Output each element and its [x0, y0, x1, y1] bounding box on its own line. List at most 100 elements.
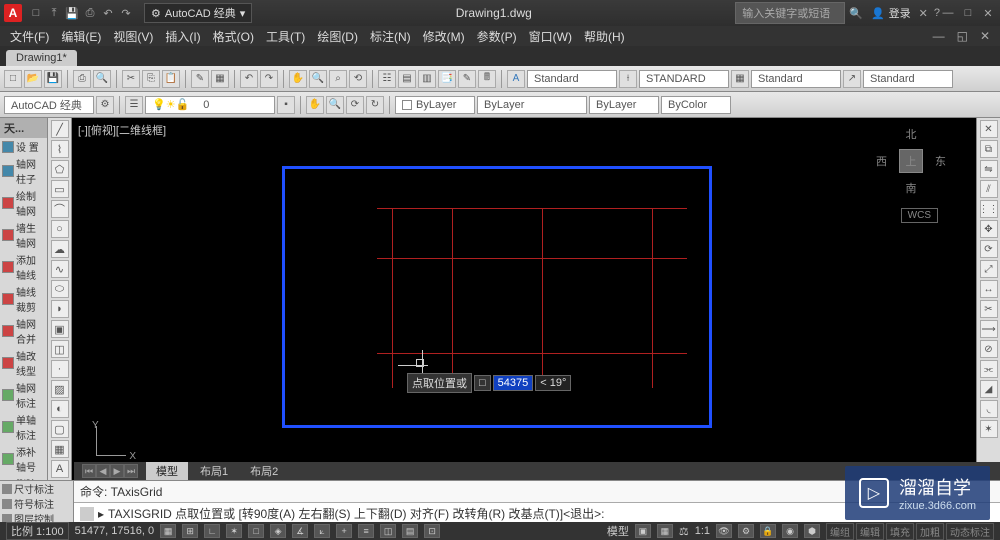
iso-toggle[interactable]: ⬢	[804, 524, 820, 538]
palette-item[interactable]: 轴线裁剪	[0, 283, 47, 315]
hw-toggle[interactable]: ◉	[782, 524, 798, 538]
palette-item[interactable]: 设 置	[0, 138, 47, 155]
menu-modify[interactable]: 修改(M)	[419, 28, 469, 45]
ws-gear-icon[interactable]: ⚙	[96, 96, 114, 114]
palette-item[interactable]: 轴网标注	[0, 379, 47, 411]
viewcube-south[interactable]: 南	[906, 180, 917, 196]
viewcube-west[interactable]: 西	[876, 153, 887, 169]
otrack-toggle[interactable]: ∡	[292, 524, 308, 538]
palette-item[interactable]: 轴网柱子	[0, 155, 47, 187]
array-tool[interactable]: ⋮⋮	[980, 200, 998, 218]
drawing-canvas[interactable]: [-][俯视][二维线框] 北 南 西 东 上 WCS 点取位置或 □ 5437…	[72, 118, 976, 480]
circle-tool[interactable]: ○	[51, 220, 69, 238]
menu-insert[interactable]: 插入(I)	[161, 28, 204, 45]
open-button[interactable]: 📂	[24, 70, 42, 88]
ellipse-tool[interactable]: ⬭	[51, 280, 69, 298]
copy-tool[interactable]: ⧉	[980, 140, 998, 158]
status-label[interactable]: 动态标注	[946, 523, 994, 540]
palette-item[interactable]: 轴网合并	[0, 315, 47, 347]
new-icon[interactable]: □	[28, 5, 44, 21]
exchange-icon[interactable]: ✕	[919, 7, 928, 20]
tablestyle-select[interactable]: Standard	[751, 70, 841, 88]
plotstyle-select[interactable]: ByColor	[661, 96, 731, 114]
menu-param[interactable]: 参数(P)	[473, 28, 521, 45]
polygon-tool[interactable]: ⬠	[51, 160, 69, 178]
menu-view[interactable]: 视图(V)	[109, 28, 157, 45]
linetype-select[interactable]: ByLayer	[477, 96, 587, 114]
tab-last-icon[interactable]: ⏭	[124, 464, 138, 478]
dimstyle-select[interactable]: STANDARD	[639, 70, 729, 88]
copy-button[interactable]: ⎘	[142, 70, 160, 88]
zoomwin-button[interactable]: ⌕	[329, 70, 347, 88]
ellipsearc-tool[interactable]: ◗	[51, 300, 69, 318]
viewcube[interactable]: 北 南 西 东 上	[876, 126, 946, 196]
annoscale-value[interactable]: 1:1	[695, 525, 710, 537]
paste-button[interactable]: 📋	[162, 70, 180, 88]
erase-tool[interactable]: ✕	[980, 120, 998, 138]
workspace-selector[interactable]: ⚙ AutoCAD 经典 ▾	[144, 3, 252, 23]
grid-toggle[interactable]: ⊞	[182, 524, 198, 538]
redo-icon[interactable]: ↷	[118, 5, 134, 21]
ws-switch[interactable]: ⚙	[738, 524, 754, 538]
new-button[interactable]: □	[4, 70, 22, 88]
model-label[interactable]: 模型	[607, 523, 629, 539]
palette-item[interactable]: 添加轴线	[0, 251, 47, 283]
open-icon[interactable]: ⤒	[46, 5, 62, 21]
plot-button[interactable]: ⎙	[73, 70, 91, 88]
status-label[interactable]: 填充	[886, 523, 914, 540]
trim-tool[interactable]: ✂	[980, 300, 998, 318]
insert-tool[interactable]: ▣	[51, 320, 69, 338]
mleaderstyle-select[interactable]: Standard	[863, 70, 953, 88]
menu-draw[interactable]: 绘图(D)	[313, 28, 362, 45]
wcs-badge[interactable]: WCS	[901, 208, 938, 223]
pan-button[interactable]: ✋	[289, 70, 307, 88]
annoscale-icon[interactable]: ⚖	[679, 525, 689, 538]
plot-icon[interactable]: ⎙	[82, 5, 98, 21]
lock-toggle[interactable]: 🔒	[760, 524, 776, 538]
dimstyle-icon[interactable]: ⟊	[619, 70, 637, 88]
undo-icon[interactable]: ↶	[100, 5, 116, 21]
osnap-toggle[interactable]: □	[248, 524, 264, 538]
status-label[interactable]: 加粗	[916, 523, 944, 540]
layout-tab-1[interactable]: 布局1	[190, 462, 238, 480]
quickview2-button[interactable]: ▦	[657, 524, 673, 538]
status-label[interactable]: 编组	[826, 523, 854, 540]
lineweight-select[interactable]: ByLayer	[589, 96, 659, 114]
tpy-toggle[interactable]: ◫	[380, 524, 396, 538]
annovis-toggle[interactable]: 👁	[716, 524, 732, 538]
menu-dim[interactable]: 标注(N)	[366, 28, 415, 45]
props-button[interactable]: ☷	[378, 70, 396, 88]
login-button[interactable]: 👤 登录	[871, 5, 911, 21]
viewcube-top[interactable]: 上	[899, 149, 923, 173]
close-icon[interactable]: ✕	[980, 7, 996, 20]
zoom-button[interactable]: 🔍	[309, 70, 327, 88]
point-tool[interactable]: ·	[51, 360, 69, 378]
ducs-toggle[interactable]: ⟀	[314, 524, 330, 538]
viewport-label[interactable]: [-][俯视][二维线框]	[78, 122, 166, 138]
snap-toggle[interactable]: ▦	[160, 524, 176, 538]
minimize-icon[interactable]: —	[940, 7, 956, 20]
chamfer-tool[interactable]: ◢	[980, 380, 998, 398]
ortho-toggle[interactable]: ∟	[204, 524, 220, 538]
break-tool[interactable]: ⊘	[980, 340, 998, 358]
rect-tool[interactable]: ▭	[51, 180, 69, 198]
scale-label[interactable]: 比例 1:100	[6, 522, 69, 540]
preview-button[interactable]: 🔍	[93, 70, 111, 88]
sc-toggle[interactable]: ⊡	[424, 524, 440, 538]
status-label[interactable]: 编辑	[856, 523, 884, 540]
revcloud-tool[interactable]: ☁	[51, 240, 69, 258]
markup-button[interactable]: ✎	[458, 70, 476, 88]
qp-toggle[interactable]: ▤	[402, 524, 418, 538]
gradient-tool[interactable]: ◐	[51, 400, 69, 418]
doc-restore-icon[interactable]: ◱	[953, 29, 972, 43]
tab-first-icon[interactable]: ⏮	[82, 464, 96, 478]
offset-tool[interactable]: ⫽	[980, 180, 998, 198]
palette-item[interactable]: 轴改线型	[0, 347, 47, 379]
viewcube-north[interactable]: 北	[906, 126, 917, 142]
3dosnap-toggle[interactable]: ◈	[270, 524, 286, 538]
layer-select[interactable]: 💡 ☀ 🔓 0	[145, 96, 275, 114]
menu-file[interactable]: 文件(F)	[6, 28, 53, 45]
cut-button[interactable]: ✂	[122, 70, 140, 88]
file-tab[interactable]: Drawing1*	[6, 50, 77, 66]
search-input[interactable]: 输入关键字或短语	[735, 2, 845, 24]
